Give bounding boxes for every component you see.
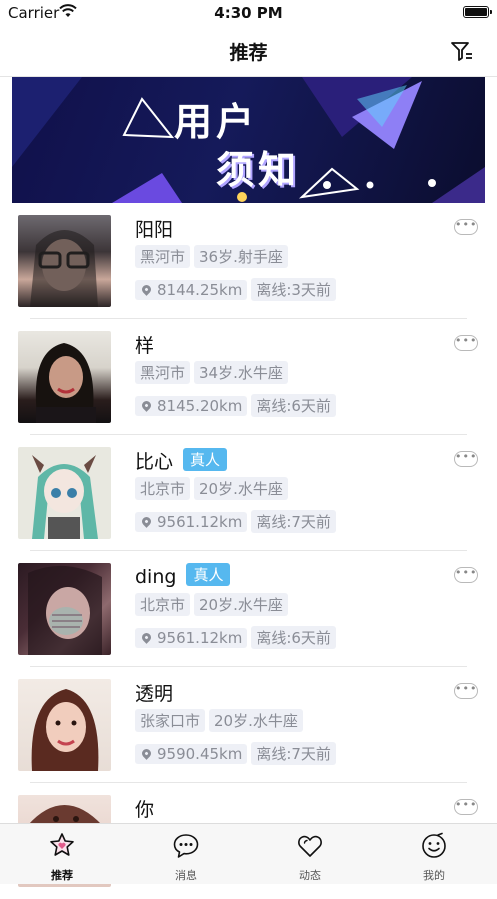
tab-bar: 推荐 消息 动态 我的: [0, 823, 497, 884]
battery-icon: [463, 6, 492, 18]
filter-icon[interactable]: [449, 39, 475, 63]
tab-profile[interactable]: 我的: [372, 824, 496, 884]
city-tag: 黑河市: [135, 245, 191, 268]
age-sign-tag: 20岁.水牛座: [209, 709, 303, 732]
user-status: 9561.12km 离线:6天前: [135, 626, 340, 649]
user-card[interactable]: 样 黑河市 34岁.水牛座 8145.20km 离线:6天前 •••: [0, 319, 497, 435]
avatar-photo: [28, 805, 102, 825]
age-sign-tag: 20岁.水牛座: [194, 477, 288, 500]
user-tags: 北京市 20岁.水牛座: [135, 593, 292, 616]
status-bar: Carrier 4:30 PM: [0, 0, 497, 26]
more-button[interactable]: •••: [454, 451, 478, 467]
tab-recommend[interactable]: 推荐: [0, 824, 124, 884]
user-tags: 张家口市 20岁.水牛座: [135, 709, 307, 732]
distance-tag: 9561.12km: [135, 512, 248, 532]
user-card[interactable]: 阳阳 黑河市 36岁.射手座 8144.25km 离线:3天前 •••: [0, 203, 497, 319]
user-status: 8144.25km 离线:3天前: [135, 278, 340, 301]
avatar-photo: [32, 455, 98, 539]
nav-bar: 推荐: [0, 26, 497, 77]
location-pin-icon: [140, 283, 153, 296]
location-pin-icon: [140, 399, 153, 412]
offline-tag: 离线:3天前: [251, 278, 336, 301]
user-tags: 黑河市 34岁.水牛座: [135, 361, 292, 384]
user-tags: 黑河市 36岁.射手座: [135, 245, 292, 268]
city-tag: 黑河市: [135, 361, 191, 384]
user-card[interactable]: ding 真人 北京市 20岁.水牛座 9561.12km 离线:6天前 •••: [0, 551, 497, 667]
city-tag: 北京市: [135, 477, 191, 500]
verified-badge: 真人: [186, 563, 231, 586]
smiley-icon: [422, 832, 446, 858]
city-tag: 北京市: [135, 593, 191, 616]
user-avatar[interactable]: [18, 563, 111, 655]
banner-title-line1: 用户: [174, 100, 259, 144]
tab-label: 我的: [423, 869, 445, 882]
tab-label: 动态: [299, 869, 321, 882]
tab-label: 推荐: [51, 869, 73, 882]
page-title: 推荐: [229, 42, 268, 64]
user-tags: 北京市 20岁.水牛座: [135, 477, 292, 500]
age-sign-tag: 34岁.水牛座: [194, 361, 288, 384]
verified-badge: 真人: [183, 448, 228, 471]
more-button[interactable]: •••: [454, 799, 478, 815]
distance-tag: 8145.20km: [135, 396, 248, 416]
avatar-photo: [30, 230, 98, 307]
chat-bubble-icon: [173, 834, 199, 858]
more-button[interactable]: •••: [454, 335, 478, 351]
more-button[interactable]: •••: [454, 567, 478, 583]
distance-tag: 9561.12km: [135, 628, 248, 648]
user-name: ding 真人: [135, 563, 231, 588]
offline-tag: 离线:7天前: [251, 510, 336, 533]
user-status: 9561.12km 离线:7天前: [135, 510, 340, 533]
user-status: 9590.45km 离线:7天前: [135, 742, 340, 765]
avatar-photo: [28, 565, 102, 655]
avatar-photo: [35, 343, 96, 423]
user-name: 透明: [135, 683, 174, 705]
star-heart-icon: [50, 833, 74, 856]
tab-messages[interactable]: 消息: [124, 824, 248, 884]
user-name: 阳阳: [135, 219, 174, 241]
offline-tag: 离线:6天前: [251, 394, 336, 417]
user-card[interactable]: 透明 张家口市 20岁.水牛座 9590.45km 离线:7天前 •••: [0, 667, 497, 783]
distance-tag: 9590.45km: [135, 744, 248, 764]
status-time: 4:30 PM: [214, 4, 283, 22]
user-avatar[interactable]: [18, 679, 111, 771]
user-avatar[interactable]: [18, 215, 111, 307]
user-avatar[interactable]: [18, 331, 111, 423]
heart-icon: [298, 835, 322, 857]
user-card[interactable]: 比心 真人 北京市 20岁.水牛座 9561.12km 离线:7天前 •••: [0, 435, 497, 551]
banner-user-notice[interactable]: 用户 须知: [12, 77, 485, 203]
city-tag: 张家口市: [135, 709, 206, 732]
location-pin-icon: [140, 515, 153, 528]
user-name: 你: [135, 799, 155, 821]
location-pin-icon: [140, 747, 153, 760]
tab-moments[interactable]: 动态: [248, 824, 372, 884]
location-pin-icon: [140, 631, 153, 644]
avatar-photo: [31, 689, 99, 771]
user-name: 比心 真人: [135, 447, 228, 474]
age-sign-tag: 20岁.水牛座: [194, 593, 288, 616]
user-avatar[interactable]: [18, 447, 111, 539]
more-button[interactable]: •••: [454, 683, 478, 699]
distance-tag: 8144.25km: [135, 280, 248, 300]
offline-tag: 离线:6天前: [251, 626, 336, 649]
offline-tag: 离线:7天前: [251, 742, 336, 765]
user-name: 样: [135, 335, 155, 357]
more-button[interactable]: •••: [454, 219, 478, 235]
age-sign-tag: 36岁.射手座: [194, 245, 288, 268]
user-status: 8145.20km 离线:6天前: [135, 394, 340, 417]
tab-label: 消息: [175, 869, 197, 882]
banner-title-line2: 须知: [216, 148, 301, 192]
